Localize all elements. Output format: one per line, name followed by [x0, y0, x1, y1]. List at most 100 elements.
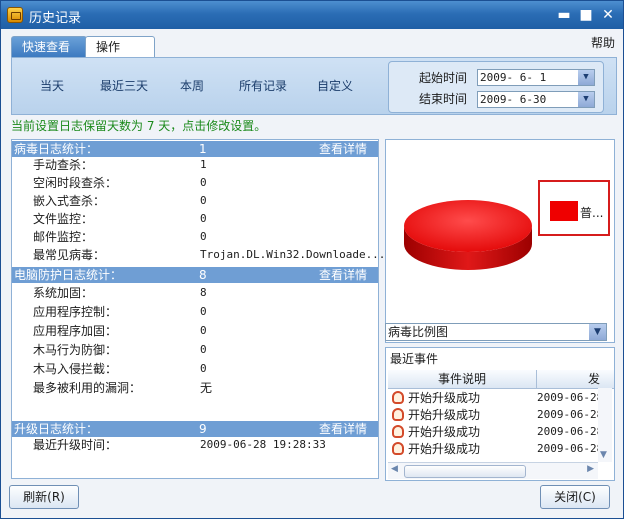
protection-log-detail-link[interactable]: 查看详情	[319, 267, 367, 283]
virus-log-header: 病毒日志统计： 1 查看详情	[12, 141, 378, 157]
virus-log-title: 病毒日志统计：	[14, 142, 99, 156]
events-horizontal-scrollbar[interactable]: ◀ ▶	[388, 462, 598, 479]
legend-swatch	[550, 201, 578, 221]
stat-row: 嵌入式查杀： 0	[12, 192, 378, 210]
upgrade-event-icon	[392, 425, 404, 438]
upgrade-event-icon	[392, 391, 404, 404]
stat-row: 最多被利用的漏洞： 无	[12, 379, 378, 397]
title-bar[interactable]: 历史记录 ▬ ■ ✕	[1, 1, 623, 29]
filter-custom[interactable]: 自定义	[317, 77, 353, 94]
scroll-down-icon[interactable]: ▼	[600, 450, 607, 460]
minimize-button[interactable]: ▬	[556, 7, 572, 23]
stat-label: 空闲时段查杀：	[33, 176, 118, 190]
event-row[interactable]: 开始升级成功 2009-06-28	[390, 424, 612, 440]
protection-log-title: 电脑防护日志统计：	[14, 268, 123, 282]
stat-label: 木马行为防御：	[33, 343, 118, 357]
stat-row: 系统加固： 8	[12, 284, 378, 302]
maximize-button[interactable]: ■	[578, 7, 594, 23]
stat-row: 邮件监控： 0	[12, 228, 378, 246]
log-statistics-panel: 病毒日志统计： 1 查看详情 手动查杀： 1 空闲时段查杀： 0 嵌入式查杀： 0 文…	[11, 139, 385, 479]
stat-label: 最常见病毒：	[33, 248, 106, 262]
event-text: 开始升级成功	[408, 391, 481, 405]
stat-label: 最多被利用的漏洞：	[33, 381, 142, 395]
upgrade-event-icon	[392, 408, 404, 421]
stat-row: 最常见病毒： Trojan.DL.Win32.Downloade...	[12, 246, 385, 264]
filter-today[interactable]: 当天	[40, 77, 64, 94]
history-window: 历史记录 ▬ ■ ✕ 快速查看 操作 帮助 当天 最近三天 本周 所有记录 自定…	[0, 0, 624, 519]
filter-last-three-days[interactable]: 最近三天	[100, 77, 148, 94]
virus-log-detail-link[interactable]: 查看详情	[319, 141, 367, 157]
chevron-down-icon[interactable]: ▼	[578, 92, 594, 107]
window-title: 历史记录	[29, 11, 82, 26]
start-date-picker[interactable]: 2009- 6- 1 ▼	[477, 69, 595, 86]
help-link[interactable]: 帮助	[591, 34, 615, 51]
event-date: 2009-06-28	[537, 408, 604, 421]
upgrade-event-icon	[392, 442, 404, 455]
stat-value: 0	[200, 230, 207, 243]
upgrade-log-title: 升级日志统计：	[14, 422, 99, 436]
scroll-left-icon[interactable]: ◀	[391, 464, 398, 474]
column-header-description[interactable]: 事件说明	[388, 370, 537, 388]
close-button[interactable]: 关闭(C)	[540, 485, 610, 509]
stat-value: 0	[200, 212, 207, 225]
refresh-button[interactable]: 刷新(R)	[9, 485, 79, 509]
filter-all-records[interactable]: 所有记录	[239, 77, 287, 94]
scroll-thumb[interactable]	[404, 465, 526, 478]
chart-type-select[interactable]: 病毒比例图 ▼	[385, 323, 607, 341]
stat-value: 0	[200, 343, 207, 356]
stat-label: 应用程序加固：	[33, 324, 118, 338]
retention-notice-link[interactable]: 当前设置日志保留天数为 7 天，点击修改设置。	[11, 117, 266, 134]
stat-row: 空闲时段查杀： 0	[12, 174, 378, 192]
tab-quick-view[interactable]: 快速查看	[11, 36, 87, 58]
end-time-label: 结束时间	[419, 92, 468, 106]
stat-label: 应用程序控制：	[33, 305, 118, 319]
event-row[interactable]: 开始升级成功 2009-06-28	[390, 390, 612, 406]
stat-value: 0	[200, 176, 207, 189]
filter-this-week[interactable]: 本周	[180, 77, 204, 94]
upgrade-log-count: 9	[199, 422, 207, 436]
event-text: 开始升级成功	[408, 425, 481, 439]
date-range-box: 起始时间 2009- 6- 1 ▼ 结束时间 2009- 6-30 ▼	[388, 61, 604, 113]
pie-slice	[404, 200, 532, 252]
chevron-down-icon[interactable]: ▼	[578, 70, 594, 85]
upgrade-log-detail-link[interactable]: 查看详情	[319, 421, 367, 437]
end-date-picker[interactable]: 2009- 6-30 ▼	[477, 91, 595, 108]
recent-events-panel: 最近事件 事件说明 发 开始升级成功 2009-06-28 开始升级成功 2009-…	[385, 347, 615, 481]
recent-events-title: 最近事件	[390, 352, 439, 366]
column-header-date[interactable]: 发	[588, 370, 600, 388]
stat-label: 手动查杀：	[33, 158, 94, 172]
start-date-value: 2009- 6- 1	[480, 71, 547, 84]
stat-row: 木马行为防御： 0	[12, 341, 378, 359]
stat-value: 无	[200, 381, 213, 395]
event-date: 2009-06-28	[537, 442, 604, 455]
stat-row: 木马入侵拦截： 0	[12, 360, 378, 378]
stat-label: 嵌入式查杀：	[33, 194, 106, 208]
event-date: 2009-06-28	[537, 391, 604, 404]
window-content: 快速查看 操作 帮助 当天 最近三天 本周 所有记录 自定义 起始时间 2009…	[1, 29, 623, 518]
stat-row: 文件监控： 0	[12, 210, 378, 228]
quick-filter-bar: 当天 最近三天 本周 所有记录 自定义 起始时间 2009- 6- 1 ▼ 结束…	[11, 57, 617, 115]
stat-value: 8	[200, 286, 207, 299]
tab-operations[interactable]: 操作	[85, 36, 155, 57]
event-date: 2009-06-28	[537, 425, 604, 438]
stat-row: 最近升级时间： 2009-06-28 19:28:33	[12, 436, 378, 454]
close-window-button[interactable]: ✕	[600, 7, 616, 23]
event-row[interactable]: 开始升级成功 2009-06-28	[390, 407, 612, 423]
chevron-down-icon[interactable]: ▼	[589, 324, 606, 340]
stat-value: 2009-06-28 19:28:33	[200, 438, 326, 451]
stat-value: 0	[200, 194, 207, 207]
stat-label: 系统加固：	[33, 286, 94, 300]
event-text: 开始升级成功	[408, 442, 481, 456]
events-vertical-scrollbar[interactable]: ▼	[598, 388, 612, 462]
stat-row: 应用程序加固： 0	[12, 322, 378, 340]
stat-value: 1	[200, 158, 207, 171]
legend-label: 普...	[580, 206, 604, 220]
stat-value: 0	[200, 362, 207, 375]
stat-label: 木马入侵拦截：	[33, 362, 118, 376]
chart-type-value: 病毒比例图	[388, 325, 449, 339]
event-row[interactable]: 开始升级成功 2009-06-28	[390, 441, 612, 457]
upgrade-log-header: 升级日志统计： 9 查看详情	[12, 421, 378, 437]
scroll-right-icon[interactable]: ▶	[587, 464, 594, 474]
stat-value: 0	[200, 305, 207, 318]
protection-log-count: 8	[199, 268, 207, 282]
